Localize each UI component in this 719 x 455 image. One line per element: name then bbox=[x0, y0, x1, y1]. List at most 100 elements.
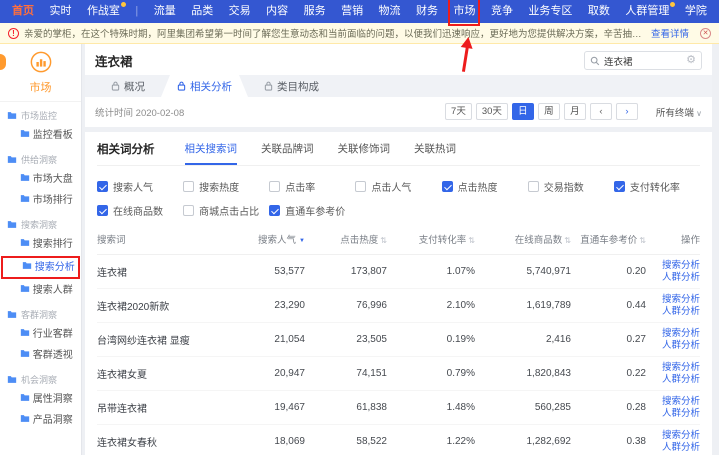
nav-item[interactable]: 品类 bbox=[189, 0, 215, 23]
metric-checkbox[interactable]: 点击热度 bbox=[442, 179, 528, 194]
search-icon bbox=[590, 56, 600, 66]
sidebar-entry[interactable]: 搜索人群 bbox=[0, 280, 81, 301]
nav-item[interactable]: 学院 bbox=[683, 0, 709, 23]
sidebar-entry[interactable]: 搜索排行 bbox=[0, 234, 81, 255]
metric-label: 交易指数 bbox=[544, 179, 584, 194]
folder-icon bbox=[20, 328, 30, 337]
sidebar-entry[interactable]: 客群透视 bbox=[0, 345, 81, 366]
nav-item[interactable]: 营销 bbox=[339, 0, 365, 23]
metric-checkbox[interactable]: 交易指数 bbox=[528, 179, 614, 194]
folder-icon bbox=[20, 129, 30, 138]
nav-item[interactable]: 内容 bbox=[264, 0, 290, 23]
nav-item[interactable]: 竞争 bbox=[489, 0, 515, 23]
search-analysis-link[interactable]: 搜索分析 bbox=[662, 396, 700, 407]
sidebar-entry[interactable]: 市场监控 bbox=[0, 102, 81, 125]
nav-item[interactable]: 取数 bbox=[586, 0, 612, 23]
nav-item[interactable]: 财务 bbox=[414, 0, 440, 23]
sidebar-entry[interactable]: 市场排行 bbox=[0, 190, 81, 211]
crowd-analysis-link[interactable]: 人群分析 bbox=[662, 442, 700, 453]
sidebar-entry[interactable]: 市场大盘 bbox=[0, 169, 81, 190]
close-icon[interactable]: ✕ bbox=[700, 28, 711, 39]
nav-item[interactable]: 服务 bbox=[302, 0, 328, 23]
table-column-header[interactable]: 支付转化率 bbox=[387, 224, 475, 254]
table-column-header[interactable]: 搜索人气 bbox=[227, 224, 305, 254]
crowd-analysis-link[interactable]: 人群分析 bbox=[662, 340, 700, 351]
analysis-tab[interactable]: 关联热词 bbox=[414, 141, 456, 165]
table-column-header[interactable]: 直通车参考价 bbox=[571, 224, 646, 254]
sidebar-entry[interactable]: 行业客群 bbox=[0, 324, 81, 345]
nav-item[interactable]: 市场 bbox=[451, 0, 477, 23]
range-button[interactable]: 30天 bbox=[476, 103, 508, 120]
search-analysis-link[interactable]: 搜索分析 bbox=[662, 430, 700, 441]
nav-item[interactable]: 流量 bbox=[152, 0, 178, 23]
nav-item[interactable]: 实时 bbox=[47, 0, 73, 23]
keyword-search-input[interactable] bbox=[604, 55, 682, 66]
metric-label: 点击率 bbox=[285, 179, 315, 194]
sidebar-entry[interactable]: 属性洞察 bbox=[0, 389, 81, 410]
crowd-analysis-link[interactable]: 人群分析 bbox=[662, 306, 700, 317]
sidebar-entry[interactable]: 搜索分析 bbox=[2, 257, 79, 278]
nav-item[interactable]: 交易 bbox=[227, 0, 253, 23]
warning-icon: ! bbox=[8, 28, 19, 39]
table-column-header[interactable]: 搜索词 bbox=[97, 224, 227, 254]
table-column-header[interactable]: 点击热度 bbox=[305, 224, 387, 254]
cell-ztc-price: 0.44 bbox=[571, 295, 646, 316]
checkbox-icon bbox=[355, 181, 366, 192]
range-button[interactable]: 7天 bbox=[445, 103, 472, 120]
prev-date-button[interactable]: ‹ bbox=[590, 103, 612, 120]
cell-online-items: 2,416 bbox=[475, 329, 571, 350]
cell-ztc-price: 0.27 bbox=[571, 329, 646, 350]
metric-checkbox[interactable]: 商城点击占比 bbox=[183, 203, 269, 218]
keyword-search-box[interactable]: ⚙ bbox=[584, 51, 702, 70]
range-button[interactable]: 月 bbox=[564, 103, 586, 120]
search-analysis-link[interactable]: 搜索分析 bbox=[662, 294, 700, 305]
nav-item[interactable]: 人群管理 bbox=[623, 0, 671, 23]
page-tab[interactable]: 相关分析 bbox=[161, 75, 248, 97]
nav-item[interactable]: 业务专区 bbox=[526, 0, 574, 23]
sidebar-entry[interactable]: 搜索洞察 bbox=[0, 211, 81, 234]
notice-detail-link[interactable]: 查看详情 bbox=[651, 26, 689, 40]
nav-item[interactable]: 作战室 bbox=[85, 0, 122, 23]
nav-item[interactable]: | bbox=[133, 0, 140, 23]
metric-checkbox[interactable]: 在线商品数 bbox=[97, 203, 183, 218]
metric-checkbox[interactable]: 支付转化率 bbox=[614, 179, 700, 194]
notice-bar: ! 亲爱的掌柜，在这个特殊时期，阿里集团希望第一时间了解您生意动态和当前面临的问… bbox=[0, 23, 719, 44]
analysis-tab[interactable]: 关联修饰词 bbox=[338, 141, 391, 165]
checkbox-icon bbox=[269, 181, 280, 192]
page-tab[interactable]: 类目构成 bbox=[248, 75, 335, 97]
crowd-analysis-link[interactable]: 人群分析 bbox=[662, 374, 700, 385]
next-date-button[interactable]: › bbox=[616, 103, 638, 120]
sidebar-entry[interactable]: 监控看板 bbox=[0, 125, 81, 146]
metric-checkbox[interactable]: 点击率 bbox=[269, 179, 355, 194]
search-analysis-link[interactable]: 搜索分析 bbox=[662, 362, 700, 373]
metric-checkbox[interactable]: 直通车参考价 bbox=[269, 203, 355, 218]
range-button[interactable]: 周 bbox=[538, 103, 560, 120]
search-analysis-link[interactable]: 搜索分析 bbox=[662, 328, 700, 339]
metric-checkbox[interactable]: 搜索人气 bbox=[97, 179, 183, 194]
metric-checkbox[interactable]: 搜索热度 bbox=[183, 179, 269, 194]
gear-icon[interactable]: ⚙ bbox=[686, 55, 696, 66]
crowd-analysis-link[interactable]: 人群分析 bbox=[662, 408, 700, 419]
sidebar-entry-label: 搜索洞察 bbox=[21, 218, 57, 231]
sidebar-entry[interactable]: 供给洞察 bbox=[0, 146, 81, 169]
folder-icon bbox=[20, 194, 30, 203]
terminal-dropdown[interactable]: 所有终端 bbox=[656, 105, 702, 119]
sidebar-entry[interactable]: 产品洞察 bbox=[0, 410, 81, 431]
sidebar-entry[interactable]: 机会洞察 bbox=[0, 366, 81, 389]
cell-pay-conversion: 1.48% bbox=[387, 397, 475, 418]
nav-item[interactable]: 首页 bbox=[10, 0, 36, 23]
sidebar-entry[interactable]: 客群洞察 bbox=[0, 301, 81, 324]
analysis-tab[interactable]: 相关搜索词 bbox=[185, 141, 238, 165]
analysis-tab[interactable]: 关联品牌词 bbox=[261, 141, 314, 165]
page-tab[interactable]: 概况 bbox=[95, 75, 161, 97]
nav-item[interactable]: 物流 bbox=[377, 0, 403, 23]
analysis-title: 相关词分析 bbox=[97, 141, 155, 165]
cell-actions: 搜索分析 人群分析 bbox=[646, 289, 700, 322]
metric-label: 点击热度 bbox=[458, 179, 498, 194]
crowd-analysis-link[interactable]: 人群分析 bbox=[662, 272, 700, 283]
metric-checkbox[interactable]: 点击人气 bbox=[355, 179, 441, 194]
search-analysis-link[interactable]: 搜索分析 bbox=[662, 260, 700, 271]
table-column-header[interactable]: 在线商品数 bbox=[475, 224, 571, 254]
range-button[interactable]: 日 bbox=[512, 103, 534, 120]
table-column-header[interactable]: 操作 bbox=[646, 224, 700, 254]
